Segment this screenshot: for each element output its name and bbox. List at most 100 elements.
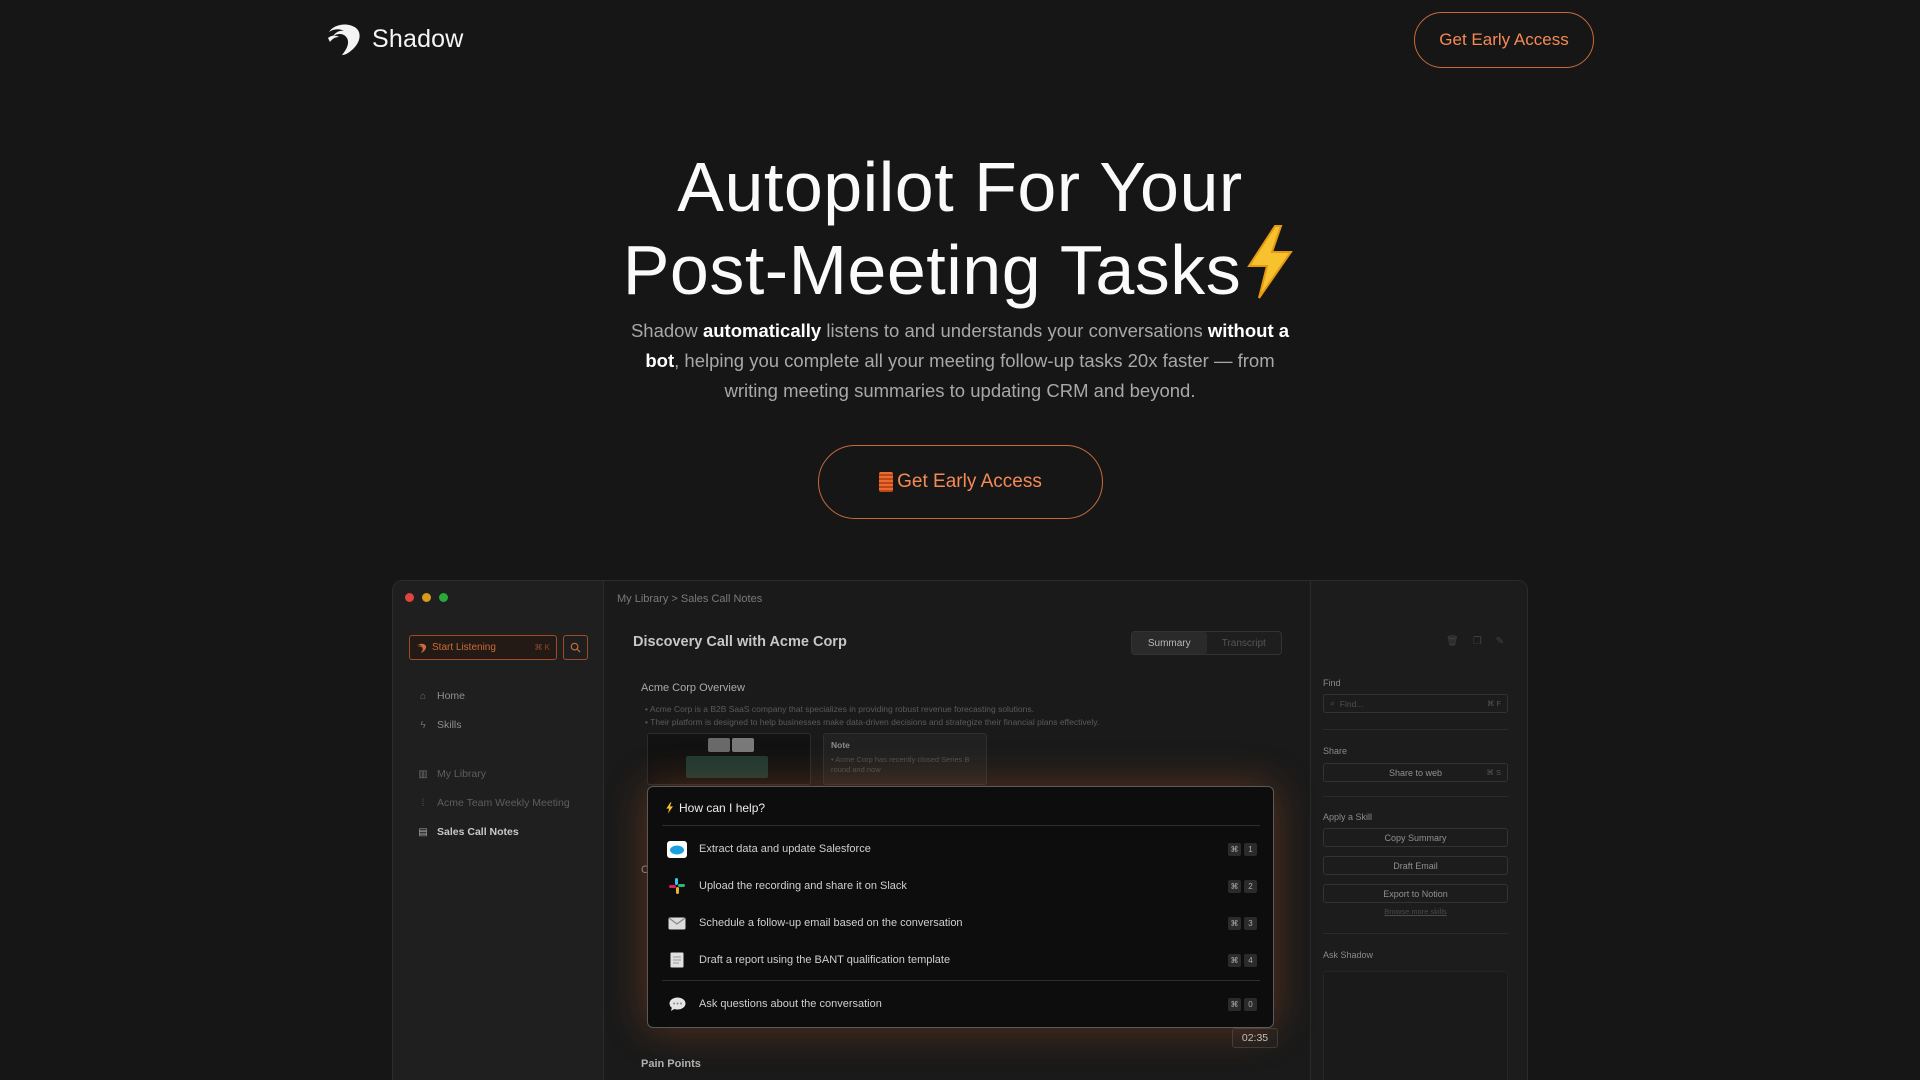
sidebar-item-label: Acme Team Weekly Meeting [437,797,570,809]
cmd-key: ⌘ [1228,842,1241,856]
window-controls [405,593,448,602]
palette-item-label: Draft a report using the BANT qualificat… [699,954,951,966]
palette-title: How can I help? [665,801,765,815]
find-label: Find [1323,678,1341,688]
browse-more-skills-link[interactable]: Browse more skills [1323,907,1508,916]
hero-get-early-access-button[interactable]: Get Early Access [818,445,1103,519]
sidebar-search-button[interactable] [563,635,588,660]
lightning-icon [666,802,673,814]
meeting-video-thumbnail[interactable] [647,733,811,785]
waveform-icon [879,472,894,492]
sidebar-item-label: Skills [437,719,462,731]
maximize-dot-icon[interactable] [439,593,448,602]
sidebar-item-my-library[interactable]: ▥ My Library [417,768,486,780]
edit-icon[interactable]: ✎ [1496,636,1504,647]
app-sidebar: Start Listening ⌘ K ⌂ Home ϟ Skills ▥ My… [393,581,604,1080]
pain-points-heading: Pain Points [641,1058,701,1070]
doc-action-icons: 🗑 ❐ ✎ [1446,636,1504,647]
slack-icon [667,878,687,895]
sidebar-item-skills[interactable]: ϟ Skills [417,719,462,731]
find-shortcut: ⌘ F [1486,699,1501,708]
palette-shortcut: ⌘ 0 [1228,997,1257,1011]
tab-summary[interactable]: Summary [1132,632,1207,654]
divider [662,825,1260,826]
brand-logo[interactable]: Shadow [326,22,464,56]
library-icon: ▥ [418,768,428,780]
palette-item-label: Ask questions about the conversation [699,998,882,1010]
sidebar-item-home[interactable]: ⌂ Home [417,690,465,702]
hero-title: Autopilot For Your Post-Meeting Tasks [0,150,1920,307]
tab-transcript[interactable]: Transcript [1207,632,1282,654]
palette-item-label: Extract data and update Salesforce [699,843,871,855]
palette-shortcut: ⌘ 2 [1228,879,1257,893]
note-card[interactable]: Note • Acme Corp has recently closed Ser… [823,733,987,785]
report-icon [667,952,687,969]
palette-item-salesforce[interactable]: Extract data and update Salesforce ⌘ 1 [667,838,1257,860]
top-nav: Shadow Get Early Access [0,0,1920,80]
divider [1323,729,1508,730]
command-palette: How can I help? Extract data and update … [647,786,1274,1028]
note-title: Note [831,740,850,750]
cmd-key: ⌘ [1228,879,1241,893]
sidebar-item-label: My Library [437,768,487,780]
cmd-key: ⌘ [1228,953,1241,967]
share-to-web-button[interactable]: Share to web ⌘ S [1323,763,1508,782]
ask-shadow-box[interactable] [1323,971,1508,1080]
export-to-notion-button[interactable]: Export to Notion [1323,884,1508,903]
copy-icon[interactable]: ❐ [1473,636,1482,647]
divider [1323,796,1508,797]
apply-skill-label: Apply a Skill [1323,812,1373,822]
skills-icon: ϟ [420,719,426,731]
get-early-access-button[interactable]: Get Early Access [1414,12,1594,68]
shortcut-key: 0 [1244,997,1257,1011]
overview-bullet: • Acme Corp is a B2B SaaS company that s… [645,704,1034,714]
cmd-key: ⌘ [1228,916,1241,930]
actions-panel: 🗑 ❐ ✎ Find ⌕ Find... ⌘ F Share Share to … [1310,581,1527,1080]
palette-item-ask[interactable]: Ask questions about the conversation ⌘ 0 [667,993,1257,1015]
search-icon [570,642,581,653]
start-listening-shortcut: ⌘ K [534,643,550,652]
share-button-label: Share to web [1388,767,1443,778]
palette-shortcut: ⌘ 1 [1228,842,1257,856]
search-icon: ⌕ [1330,698,1335,708]
trash-icon[interactable]: 🗑 [1446,636,1459,647]
palette-title-text: How can I help? [679,801,766,815]
close-dot-icon[interactable] [405,593,414,602]
brand-name: Shadow [372,24,464,53]
palette-item-report[interactable]: Draft a report using the BANT qualificat… [667,949,1257,971]
start-listening-label: Start Listening [432,642,496,653]
home-icon: ⌂ [419,690,427,702]
overview-heading: Acme Corp Overview [641,682,745,694]
email-icon [667,915,687,932]
find-placeholder: Find... [1339,698,1364,709]
divider [1323,933,1508,934]
hero-sub-bold-1: automatically [702,320,822,341]
salesforce-icon [667,840,687,858]
overview-bullet: • Their platform is designed to help bus… [645,717,1100,727]
minimize-dot-icon[interactable] [422,593,431,602]
palette-shortcut: ⌘ 3 [1228,916,1257,930]
sidebar-item-label: Sales Call Notes [437,826,519,838]
ask-shadow-label: Ask Shadow [1323,950,1374,960]
palette-item-label: Upload the recording and share it on Sla… [699,880,907,892]
copy-summary-button[interactable]: Copy Summary [1323,828,1508,847]
shadow-mini-icon [417,643,427,653]
hero-subtitle: Shadow automatically listens to and unde… [620,316,1300,406]
overview-bullets: • Acme Corp is a B2B SaaS company that s… [645,703,1099,729]
hero-cta-label: Get Early Access [897,471,1042,492]
start-listening-button[interactable]: Start Listening ⌘ K [409,635,557,660]
sidebar-item-sales-call-notes[interactable]: ▤ Sales Call Notes [417,826,519,838]
hero-title-line2: Post-Meeting Tasks [622,231,1242,309]
draft-email-button[interactable]: Draft Email [1323,856,1508,875]
find-input[interactable]: ⌕ Find... ⌘ F [1323,694,1508,713]
sidebar-item-acme-weekly[interactable]: ⁞ Acme Team Weekly Meeting [417,797,570,809]
lightning-icon [1247,225,1294,299]
breadcrumb[interactable]: My Library > Sales Call Notes [617,593,762,605]
palette-item-slack[interactable]: Upload the recording and share it on Sla… [667,875,1257,897]
palette-shortcut: ⌘ 4 [1228,953,1257,967]
notes-icon: ▤ [418,826,428,838]
timestamp-chip[interactable]: 02:35 [1232,1028,1278,1048]
share-shortcut: ⌘ S [1486,768,1501,777]
palette-item-email[interactable]: Schedule a follow-up email based on the … [667,912,1257,934]
view-tabs: Summary Transcript [1131,631,1282,655]
